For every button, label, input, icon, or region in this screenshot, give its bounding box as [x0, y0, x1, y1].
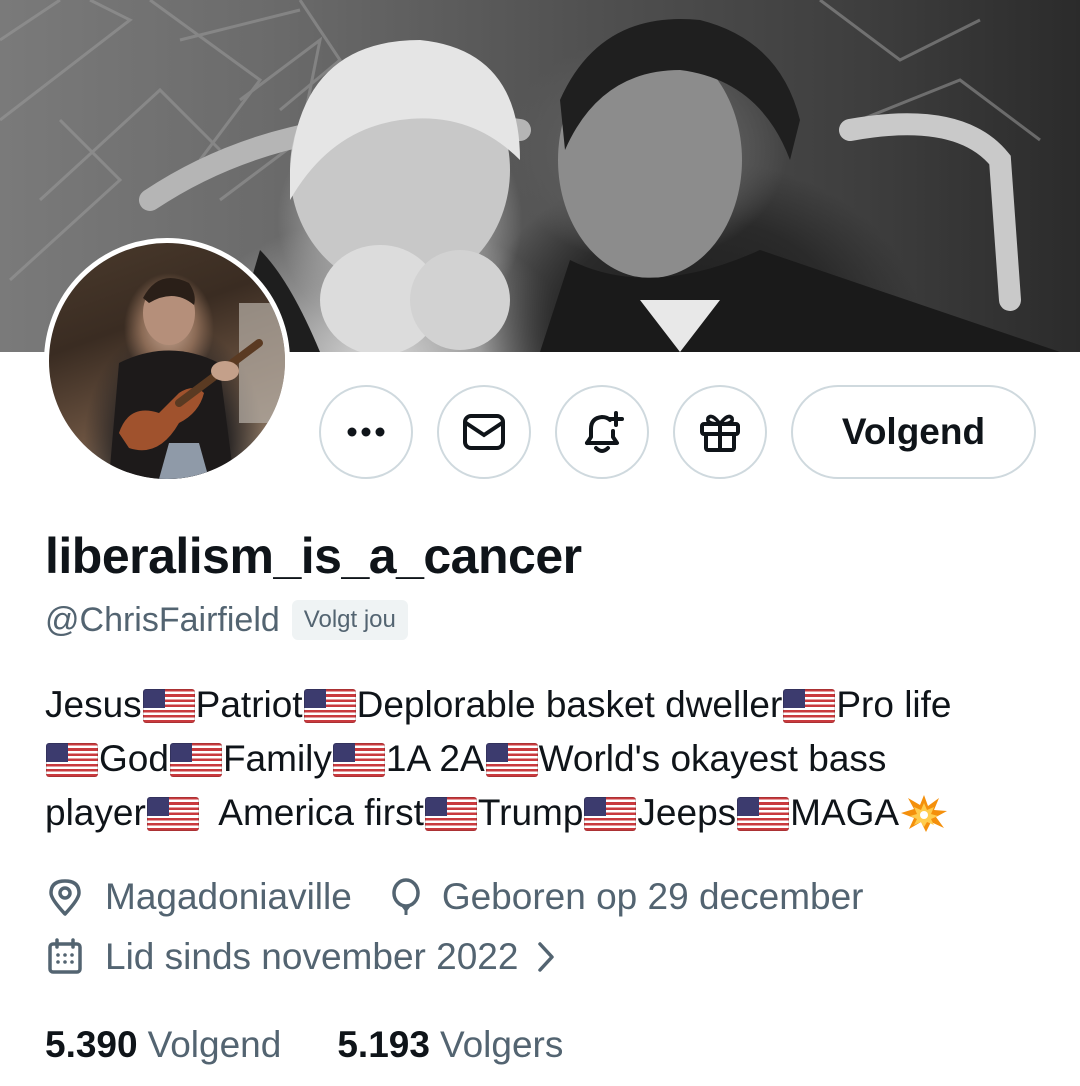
following-stat[interactable]: 5.390 Volgend: [45, 1024, 281, 1066]
chevron-right-icon: [538, 942, 555, 972]
profile-bio: Jesus Patriot Deplorable basket dweller Pro…: [45, 678, 1045, 840]
bio-text: America first: [199, 792, 424, 833]
more-icon: [347, 427, 385, 437]
bio-text: Jeeps: [637, 792, 737, 833]
us-flag-icon: [169, 743, 222, 777]
location-text: Magadoniaville: [105, 876, 352, 917]
location-pin-icon: [49, 879, 81, 916]
us-flag-icon: [146, 797, 199, 831]
following-count: 5.390: [45, 1024, 138, 1065]
us-flag-icon: [485, 743, 538, 777]
gift-icon: [700, 414, 740, 452]
us-flag-icon: [584, 797, 637, 831]
bio-text: Patriot: [195, 684, 303, 725]
us-flag-icon: [783, 689, 836, 723]
bio-text: Pro life: [836, 684, 952, 725]
bio-text: 1A 2A: [385, 738, 485, 779]
bio-text: God: [99, 738, 169, 779]
bio-text: Deplorable basket dweller: [356, 684, 783, 725]
follows-you-badge: Volgt jou: [291, 600, 408, 640]
bio-text: Trump: [477, 792, 584, 833]
birthday-item: Geboren op 29 december: [386, 876, 864, 918]
us-flag-icon: [737, 797, 790, 831]
message-button[interactable]: [437, 385, 531, 479]
profile-stats: 5.390 Volgend 5.193 Volgers: [45, 1024, 563, 1066]
notification-bell-icon: [585, 411, 624, 453]
avatar-photo: [109, 278, 285, 479]
following-label: Volgend: [147, 1024, 282, 1065]
joined-item[interactable]: Lid sinds november 2022: [45, 936, 560, 978]
us-flag-icon: [332, 743, 385, 777]
profile-handle: @ChrisFairfield: [45, 600, 280, 639]
us-flag-icon: [424, 797, 477, 831]
followers-stat[interactable]: 5.193 Volgers: [337, 1024, 563, 1066]
bio-text: MAGA: [790, 792, 900, 833]
us-flag-icon: [46, 743, 98, 777]
bio-text: Family: [222, 738, 332, 779]
location-item: Magadoniaville: [45, 876, 352, 918]
calendar-icon: [48, 938, 82, 974]
gift-button[interactable]: [673, 385, 767, 479]
joined-text: Lid sinds november 2022: [105, 936, 519, 977]
balloon-icon: [392, 878, 420, 915]
more-options-button[interactable]: [319, 385, 413, 479]
followers-count: 5.193: [337, 1024, 430, 1065]
us-flag-icon: [142, 689, 195, 723]
message-icon: [463, 414, 505, 450]
notifications-button[interactable]: [555, 385, 649, 479]
profile-avatar[interactable]: [44, 238, 290, 484]
following-button[interactable]: Volgend: [791, 385, 1036, 479]
collision-icon: [901, 795, 948, 832]
profile-meta-row-2[interactable]: Lid sinds november 2022: [45, 936, 560, 978]
us-flag-icon: [303, 689, 356, 723]
followers-label: Volgers: [439, 1024, 564, 1065]
bio-text: Jesus: [45, 684, 142, 725]
handle-row: @ChrisFairfield Volgt jou: [45, 600, 408, 640]
profile-display-name: liberalism_is_a_cancer: [45, 528, 582, 584]
birthday-text: Geboren op 29 december: [441, 876, 864, 917]
profile-meta-row-1: Magadoniaville Geboren op 29 december: [45, 876, 864, 918]
